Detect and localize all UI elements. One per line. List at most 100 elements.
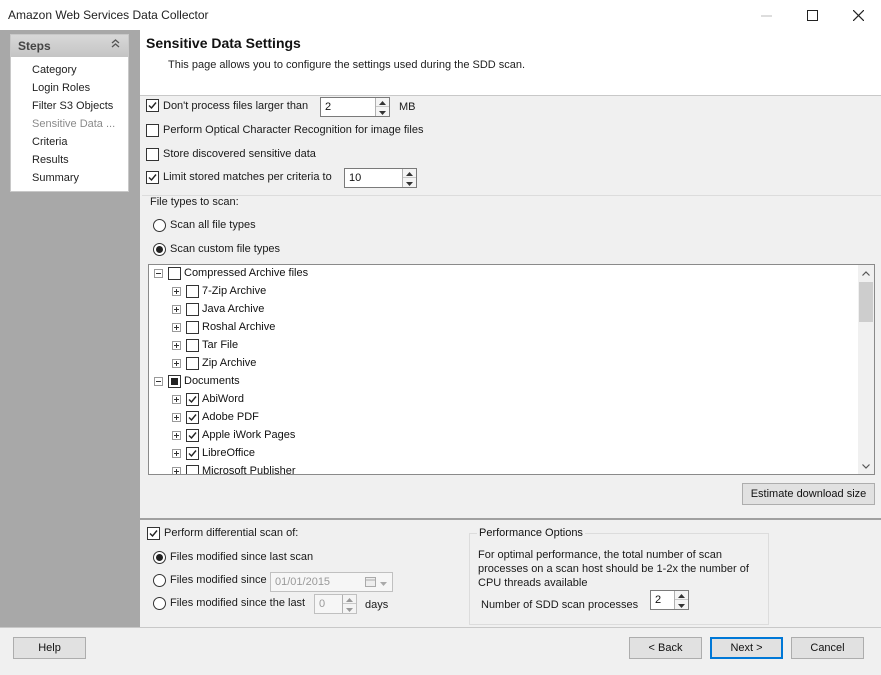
step-results[interactable]: Results <box>32 154 69 166</box>
scroll-thumb[interactable] <box>859 282 873 322</box>
expand-toggle[interactable] <box>172 467 181 474</box>
scan-custom-radio[interactable] <box>153 243 166 256</box>
tree-row[interactable]: Adobe PDF <box>149 409 856 427</box>
scroll-down-button[interactable] <box>858 458 874 474</box>
close-icon <box>852 9 864 21</box>
tree-row[interactable]: Microsoft Publisher <box>149 463 856 474</box>
tree-row[interactable]: Java Archive <box>149 301 856 319</box>
step-sensitive-data[interactable]: Sensitive Data ... <box>32 118 115 130</box>
max-size-spin-buttons <box>375 98 389 116</box>
maximize-button[interactable] <box>789 0 835 30</box>
tree-item-label: 7-Zip Archive <box>202 285 267 297</box>
tree-row[interactable]: Documents <box>149 373 856 391</box>
limit-spin-buttons <box>402 169 416 187</box>
tree-item-label: Java Archive <box>202 303 265 315</box>
tree-checkbox[interactable] <box>186 339 199 352</box>
expand-toggle[interactable] <box>172 305 181 314</box>
expand-toggle[interactable] <box>172 341 181 350</box>
since-date-radio[interactable] <box>153 574 166 587</box>
tree-row[interactable]: Compressed Archive files <box>149 265 856 283</box>
calendar-dropdown[interactable] <box>365 576 387 590</box>
max-size-stepper[interactable]: 2 <box>320 97 390 117</box>
steps-collapse-button[interactable] <box>108 38 122 52</box>
tree-row[interactable]: 7-Zip Archive <box>149 283 856 301</box>
expand-toggle[interactable] <box>172 323 181 332</box>
tree-checkbox[interactable] <box>186 465 199 474</box>
step-criteria[interactable]: Criteria <box>32 136 67 148</box>
tree-row[interactable]: Apple iWork Pages <box>149 427 856 445</box>
days-spin-buttons <box>342 595 356 613</box>
tree-checkbox[interactable] <box>186 447 199 460</box>
plus-icon <box>173 394 180 406</box>
minimize-button[interactable] <box>743 0 789 30</box>
days-stepper[interactable]: 0 <box>314 594 357 614</box>
tree-checkbox[interactable] <box>168 375 181 388</box>
since-date-picker[interactable]: 01/01/2015 <box>270 572 393 592</box>
tree-row[interactable]: Tar File <box>149 337 856 355</box>
store-data-checkbox[interactable] <box>146 148 159 161</box>
plus-icon <box>173 412 180 424</box>
scroll-up-button[interactable] <box>858 265 874 281</box>
since-last-scan-radio[interactable] <box>153 551 166 564</box>
spin-down-button[interactable] <box>376 107 389 116</box>
collapse-toggle[interactable] <box>154 377 163 386</box>
spin-down-button[interactable] <box>343 604 356 613</box>
scan-all-radio[interactable] <box>153 219 166 232</box>
tree-item-label: Zip Archive <box>202 357 257 369</box>
checkmark-icon <box>147 100 158 111</box>
cancel-button[interactable]: Cancel <box>791 637 864 659</box>
close-button[interactable] <box>835 0 881 30</box>
scan-processes-stepper[interactable]: 2 <box>650 590 689 610</box>
since-last-days-radio[interactable] <box>153 597 166 610</box>
tree-checkbox[interactable] <box>186 321 199 334</box>
step-summary[interactable]: Summary <box>32 172 79 184</box>
expand-toggle[interactable] <box>172 359 181 368</box>
tree-row[interactable]: Roshal Archive <box>149 319 856 337</box>
help-button[interactable]: Help <box>13 637 86 659</box>
plus-icon <box>173 286 180 298</box>
spin-down-button[interactable] <box>675 600 688 609</box>
scan-all-label: Scan all file types <box>170 219 256 231</box>
tree-item-label: Apple iWork Pages <box>202 429 296 441</box>
plus-icon <box>173 448 180 460</box>
tree-checkbox[interactable] <box>186 285 199 298</box>
performance-options-title: Performance Options <box>477 527 585 539</box>
tree-checkbox[interactable] <box>186 303 199 316</box>
minimize-icon <box>760 10 772 21</box>
section-divider <box>140 518 881 520</box>
expand-toggle[interactable] <box>172 449 181 458</box>
tree-scrollbar[interactable] <box>858 265 874 474</box>
tree-checkbox[interactable] <box>168 267 181 280</box>
tree-row[interactable]: LibreOffice <box>149 445 856 463</box>
limit-matches-stepper[interactable]: 10 <box>344 168 417 188</box>
estimate-download-size-button[interactable]: Estimate download size <box>742 483 875 505</box>
expand-toggle[interactable] <box>172 395 181 404</box>
tree-row[interactable]: AbiWord <box>149 391 856 409</box>
max-size-unit: MB <box>399 101 416 113</box>
caret-down-icon <box>678 599 685 611</box>
differential-scan-checkbox[interactable] <box>147 527 160 540</box>
tree-checkbox[interactable] <box>186 411 199 424</box>
tree-checkbox[interactable] <box>186 393 199 406</box>
next-button[interactable]: Next > <box>710 637 783 659</box>
expand-toggle[interactable] <box>172 287 181 296</box>
max-size-checkbox[interactable] <box>146 99 159 112</box>
tree-checkbox[interactable] <box>186 429 199 442</box>
chevron-down-icon <box>380 577 387 589</box>
step-category[interactable]: Category <box>32 64 77 76</box>
ocr-checkbox[interactable] <box>146 124 159 137</box>
spin-down-button[interactable] <box>403 178 416 187</box>
double-chevron-up-icon <box>111 38 120 52</box>
tree-row[interactable]: Zip Archive <box>149 355 856 373</box>
step-login-roles[interactable]: Login Roles <box>32 82 90 94</box>
expand-toggle[interactable] <box>172 413 181 422</box>
expand-toggle[interactable] <box>172 431 181 440</box>
steps-header: Steps <box>11 35 128 57</box>
tree-checkbox[interactable] <box>186 357 199 370</box>
file-type-tree[interactable]: Compressed Archive files 7-Zip Archive Jav… <box>148 264 875 475</box>
step-filter-s3-objects[interactable]: Filter S3 Objects <box>32 100 113 112</box>
collapse-toggle[interactable] <box>154 269 163 278</box>
limit-matches-checkbox[interactable] <box>146 171 159 184</box>
back-button[interactable]: < Back <box>629 637 702 659</box>
checkmark-icon <box>187 430 198 441</box>
